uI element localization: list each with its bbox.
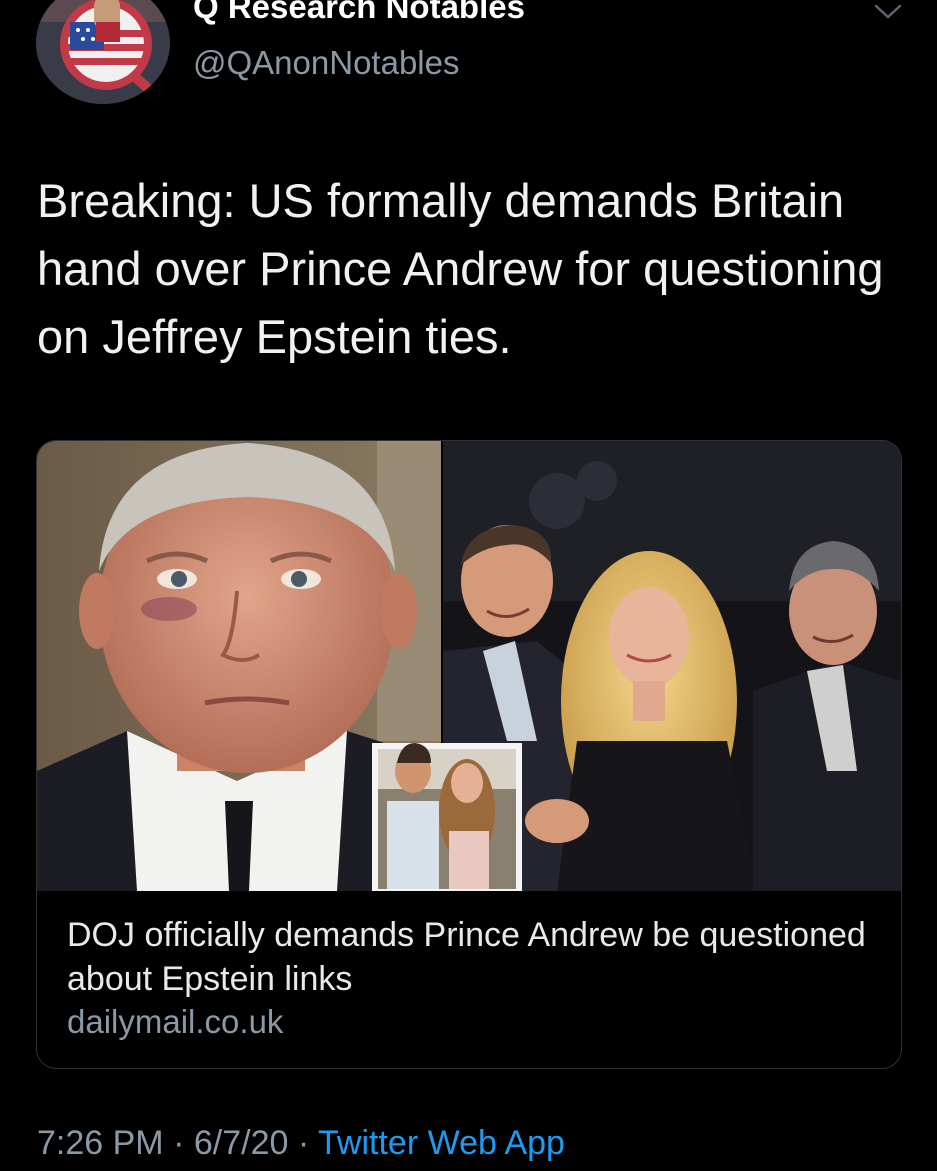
tweet-meta: 7:26 PM · 6/7/20 · Twitter Web App (37, 1124, 565, 1163)
tweet-source-link[interactable]: Twitter Web App (318, 1124, 565, 1162)
link-card-domain: dailymail.co.uk (67, 1003, 284, 1040)
author-handle[interactable]: @QAnonNotables (193, 44, 459, 82)
meta-separator: · (173, 1124, 185, 1162)
tweet-text: Breaking: US formally demands Britain ha… (37, 174, 884, 363)
link-card-image[interactable] (37, 441, 901, 891)
link-card-title[interactable]: DOJ officially demands Prince Andrew be … (67, 913, 867, 1001)
tweet-time[interactable]: 7:26 PM (37, 1124, 164, 1162)
q-flag-avatar-icon (36, 0, 170, 104)
tweet-date[interactable]: 6/7/20 (194, 1124, 289, 1162)
avatar[interactable] (36, 0, 170, 104)
link-card[interactable]: DOJ officially demands Prince Andrew be … (36, 440, 902, 1069)
author-display-name[interactable]: Q Research Notables (193, 0, 525, 26)
meta-separator: · (297, 1124, 310, 1162)
chevron-down-icon[interactable] (868, 0, 908, 24)
